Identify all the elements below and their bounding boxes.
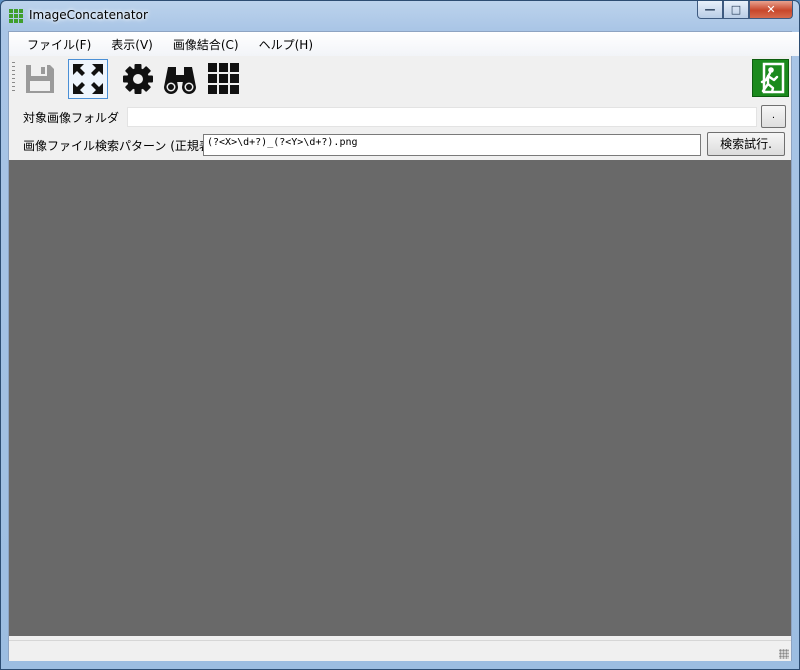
- browse-folder-button[interactable]: .: [761, 105, 786, 128]
- maximize-button[interactable]: □: [723, 1, 749, 19]
- pattern-label: 画像ファイル検索パターン (正規表: [23, 139, 211, 153]
- menu-bar: ファイル(F) 表示(V) 画像結合(C) ヘルプ(H): [9, 32, 799, 56]
- folder-row: 対象画像フォルダ .: [9, 104, 791, 130]
- save-icon: [26, 65, 54, 93]
- app-window: ImageConcatenator — □ ✕ ファイル(F) 表示(V) 画像…: [0, 0, 800, 670]
- folder-label: 対象画像フォルダ: [23, 111, 120, 125]
- grid-icon: [208, 63, 239, 94]
- menu-help[interactable]: ヘルプ(H): [249, 34, 323, 55]
- binoculars-icon: [164, 67, 196, 94]
- resize-grip[interactable]: [779, 649, 789, 659]
- menu-concatenate[interactable]: 画像結合(C): [163, 34, 249, 55]
- gear-icon: [123, 64, 153, 94]
- title-bar[interactable]: ImageConcatenator — □ ✕: [1, 1, 799, 31]
- search-button[interactable]: [160, 59, 200, 99]
- folder-input[interactable]: [127, 107, 757, 127]
- save-button[interactable]: [20, 59, 60, 99]
- status-bar: [9, 640, 791, 661]
- pattern-row: 画像ファイル検索パターン (正規表 (?<X>\d+?)_(?<Y>\d+?).…: [9, 132, 791, 158]
- test-search-button[interactable]: 検索試行.: [707, 132, 785, 156]
- menu-file[interactable]: ファイル(F): [17, 34, 101, 55]
- exit-door-icon: [760, 62, 785, 94]
- fullscreen-icon: [73, 64, 103, 94]
- image-canvas[interactable]: [9, 160, 791, 636]
- client-area: ファイル(F) 表示(V) 画像結合(C) ヘルプ(H) 対象画像フォルダ . …: [8, 31, 799, 661]
- menu-view[interactable]: 表示(V): [101, 34, 163, 55]
- exit-button[interactable]: [752, 59, 789, 97]
- app-icon: [9, 9, 23, 23]
- settings-button[interactable]: [118, 59, 158, 99]
- pattern-input[interactable]: (?<X>\d+?)_(?<Y>\d+?).png: [203, 134, 701, 156]
- window-title: ImageConcatenator: [29, 8, 148, 22]
- close-button[interactable]: ✕: [749, 1, 793, 19]
- toolbar-grip[interactable]: [12, 62, 15, 94]
- minimize-button[interactable]: —: [697, 1, 723, 19]
- grid-button[interactable]: [204, 59, 244, 99]
- fullscreen-button[interactable]: [68, 59, 108, 99]
- caption-buttons: — □ ✕: [697, 1, 793, 21]
- toolbar: [9, 56, 791, 104]
